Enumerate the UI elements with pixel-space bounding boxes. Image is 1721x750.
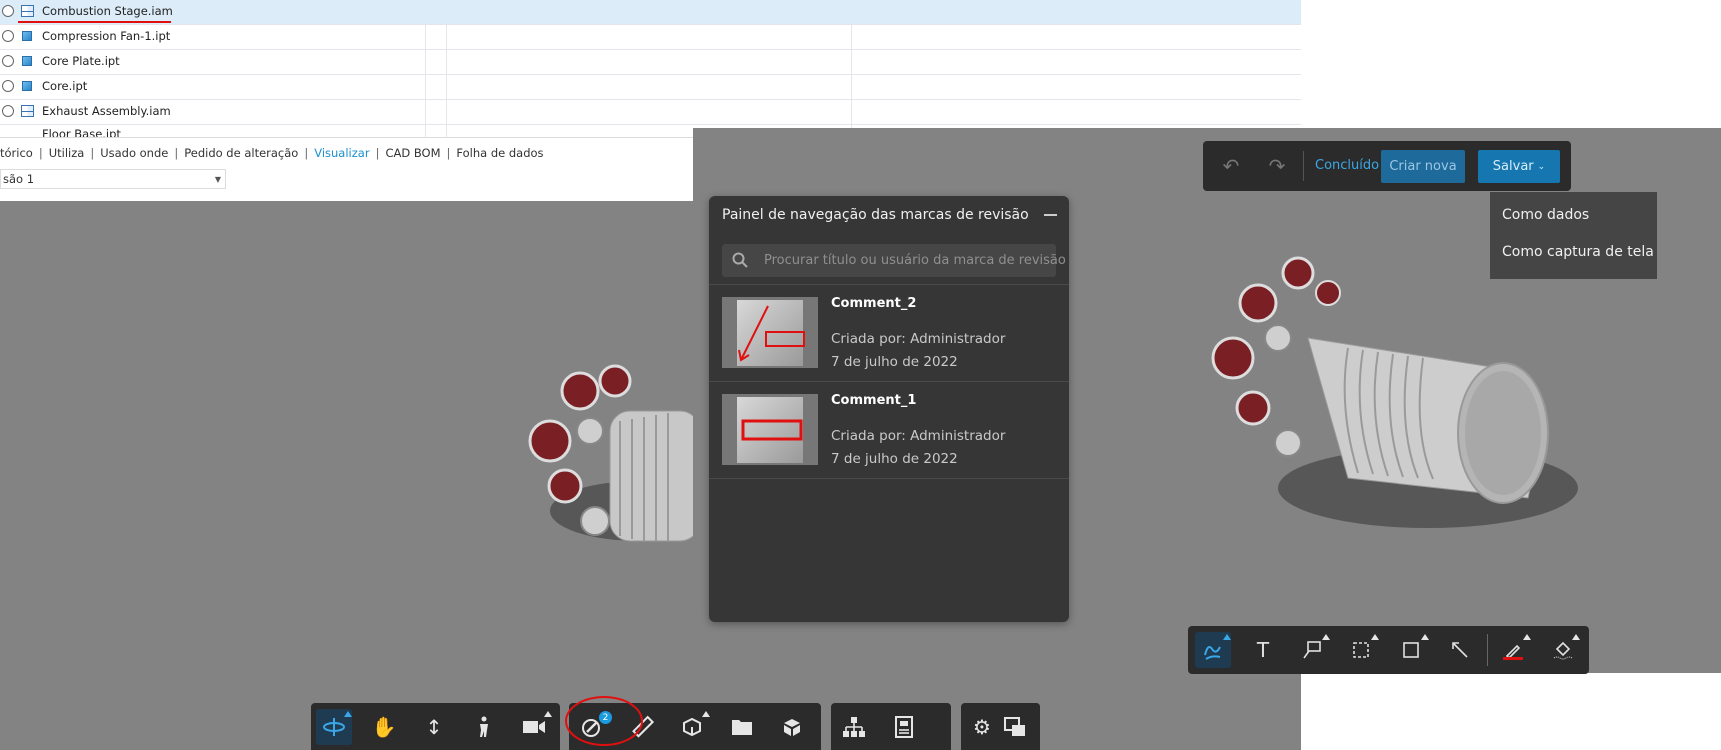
- search-icon: [732, 252, 748, 268]
- markup-navigation-panel: Painel de navegação das marcas de revisã…: [709, 196, 1069, 622]
- navigation-toolbar-group: ✋ ↕: [311, 703, 560, 750]
- pen-color-swatch: [1503, 657, 1523, 660]
- row-radio[interactable]: [2, 55, 14, 67]
- save-menu: Como dados Como captura de tela: [1490, 192, 1657, 279]
- zoom-icon[interactable]: ↕: [416, 709, 452, 745]
- properties-icon[interactable]: [886, 709, 922, 745]
- done-link[interactable]: Concluído: [1315, 158, 1379, 173]
- row-radio[interactable]: [2, 5, 14, 17]
- engine-model-image: [528, 364, 693, 542]
- arrow-icon[interactable]: [1442, 632, 1478, 668]
- callout-icon[interactable]: [1294, 632, 1330, 668]
- comment-date: 7 de julho de 2022: [831, 451, 958, 467]
- folder-icon[interactable]: [724, 709, 760, 745]
- file-list: Combustion Stage.iam Compression Fan-1.i…: [0, 0, 1301, 137]
- chevron-down-icon: ⌄: [1537, 161, 1546, 172]
- pan-icon[interactable]: ✋: [366, 709, 402, 745]
- assembly-file-icon: [21, 105, 34, 117]
- explode-icon[interactable]: [774, 709, 810, 745]
- structure-icon[interactable]: [836, 709, 872, 745]
- dropdown-caret-icon: ▼: [214, 175, 221, 184]
- minimize-icon[interactable]: [1044, 214, 1057, 216]
- camera-icon[interactable]: [516, 709, 552, 745]
- markup-top-bar: ↶ ↷ Concluído Criar nova Salvar ⌄: [1203, 141, 1571, 191]
- detail-tabs: tórico | Utiliza | Usado onde | Pedido de alte…: [0, 146, 544, 160]
- save-as-data-option[interactable]: Como dados: [1502, 207, 1589, 223]
- fullscreen-toolbar-group: [990, 703, 1040, 750]
- comment-item[interactable]: Comment_2 Criada por: Administrador 7 de…: [709, 285, 1069, 381]
- fullscreen-icon[interactable]: [997, 709, 1033, 745]
- comment-item[interactable]: Comment_1 Criada por: Administrador 7 de…: [709, 382, 1069, 478]
- row-radio[interactable]: [2, 80, 14, 92]
- file-name: Combustion Stage.iam: [42, 4, 173, 18]
- viewer-left[interactable]: [0, 201, 693, 750]
- tab-where-used[interactable]: Usado onde: [100, 146, 168, 160]
- comment-thumbnail: [722, 394, 818, 465]
- file-name: Compression Fan-1.ipt: [42, 29, 171, 43]
- tab-datasheet[interactable]: Folha de dados: [456, 146, 543, 160]
- file-row[interactable]: Combustion Stage.iam: [0, 0, 1301, 25]
- assembly-file-icon: [21, 5, 34, 17]
- red-underline-annotation: [18, 21, 171, 23]
- redo-icon[interactable]: ↷: [1265, 154, 1289, 178]
- tab-cad-bom[interactable]: CAD BOM: [385, 146, 440, 160]
- file-row[interactable]: Exhaust Assembly.iam: [0, 100, 1301, 125]
- freehand-icon[interactable]: [1195, 632, 1231, 668]
- red-circle-annotation: [565, 696, 643, 746]
- panel-title: Painel de navegação das marcas de revisã…: [722, 207, 1029, 223]
- version-select[interactable]: são 1 ▼: [0, 169, 226, 189]
- row-radio[interactable]: [2, 105, 14, 117]
- file-name: Core.ipt: [42, 79, 88, 93]
- text-icon[interactable]: T: [1245, 632, 1281, 668]
- rectangle-icon[interactable]: [1393, 632, 1429, 668]
- part-file-icon: [22, 81, 32, 91]
- row-radio[interactable]: [2, 30, 14, 42]
- file-row[interactable]: Core Plate.ipt: [0, 50, 1301, 75]
- comment-title: Comment_2: [831, 296, 917, 311]
- tab-change-order[interactable]: Pedido de alteração: [184, 146, 298, 160]
- file-row[interactable]: Compression Fan-1.ipt: [0, 25, 1301, 50]
- model-toolbar-group: [831, 703, 951, 750]
- undo-icon[interactable]: ↶: [1219, 154, 1243, 178]
- file-row[interactable]: Core.ipt: [0, 75, 1301, 100]
- version-select-value: são 1: [3, 172, 35, 186]
- comment-thumbnail: [722, 297, 818, 368]
- comment-author: Criada por: Administrador: [831, 331, 1006, 347]
- tab-view[interactable]: Visualizar: [314, 146, 369, 160]
- detail-tabs-area: tórico | Utiliza | Usado onde | Pedido de alte…: [0, 137, 693, 202]
- file-name: Core Plate.ipt: [42, 54, 120, 68]
- tab-uses[interactable]: Utiliza: [49, 146, 85, 160]
- save-button[interactable]: Salvar ⌄: [1478, 150, 1560, 183]
- save-as-screenshot-option[interactable]: Como captura de tela: [1502, 244, 1654, 260]
- comment-title: Comment_1: [831, 393, 917, 408]
- section-icon[interactable]: [674, 709, 710, 745]
- markup-tools-bar: T: [1188, 626, 1589, 674]
- search-placeholder: Procurar título ou usuário da marca de r…: [764, 253, 1066, 268]
- pen-color-icon[interactable]: [1495, 632, 1531, 668]
- part-file-icon: [22, 31, 32, 41]
- tab-history[interactable]: tórico: [0, 146, 33, 160]
- comment-date: 7 de julho de 2022: [831, 354, 958, 370]
- file-name: Floor Base.ipt: [42, 127, 121, 137]
- engine-model-image: [1211, 256, 1578, 528]
- comment-author: Criada por: Administrador: [831, 428, 1006, 444]
- create-new-button[interactable]: Criar nova: [1381, 150, 1465, 183]
- part-file-icon: [22, 56, 32, 66]
- walk-icon[interactable]: [466, 709, 502, 745]
- orbit-icon[interactable]: [316, 709, 352, 745]
- search-input[interactable]: Procurar título ou usuário da marca de r…: [722, 244, 1066, 277]
- cloud-icon[interactable]: [1343, 632, 1379, 668]
- file-name: Exhaust Assembly.iam: [42, 104, 171, 118]
- fill-icon[interactable]: [1544, 632, 1580, 668]
